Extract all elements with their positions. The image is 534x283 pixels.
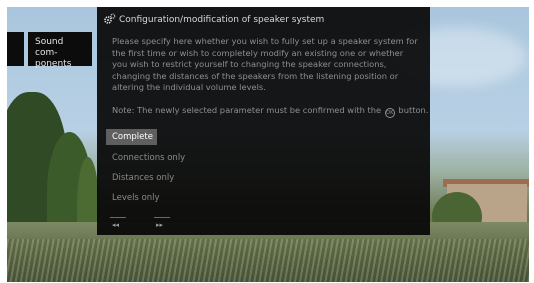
grass [7,239,529,282]
sidebar-item-sound-components[interactable]: Sound com- ponents [28,32,92,69]
divider [154,217,170,218]
option-levels-only[interactable]: Levels only [106,190,256,206]
option-complete[interactable]: Complete [106,129,157,145]
forward-button[interactable]: ▸▸ [156,221,163,229]
speaker-config-dialog: Configuration/modification of speaker sy… [97,7,430,235]
sidebar-collapsed-tab[interactable] [7,32,24,66]
dialog-description: Please specify here whether you wish to … [112,36,418,92]
note-text: Note: The newly selected parameter must … [112,105,382,115]
ok-circle-icon: OK [384,108,395,118]
note-text-end: button. [398,105,429,115]
dialog-title: Configuration/modification of speaker sy… [119,15,325,25]
divider [110,217,126,218]
dialog-note: Note: The newly selected parameter must … [112,105,428,118]
back-button[interactable]: ◂◂ [112,221,119,229]
option-connections-only[interactable]: Connections only [106,150,256,166]
gears-icon [104,13,116,24]
option-distances-only[interactable]: Distances only [106,170,256,186]
